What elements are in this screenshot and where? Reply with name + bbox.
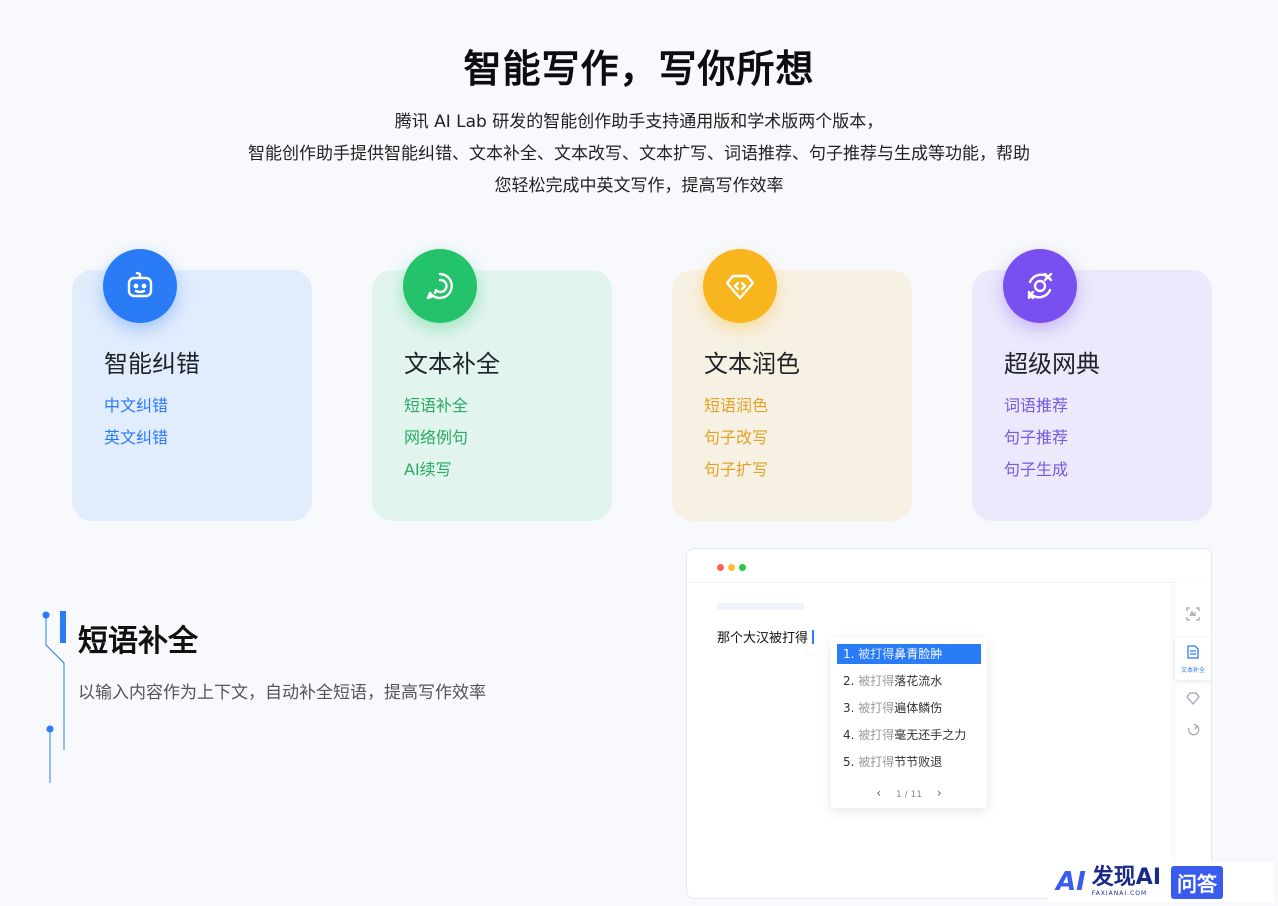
window-minimize-dot (728, 564, 735, 571)
editor-input[interactable]: 那个大汉被打得 (717, 627, 815, 646)
watermark-logo: AI (1056, 867, 1086, 897)
option-text: 毫无还手之力 (894, 728, 967, 742)
text-completion-tool[interactable]: 文本补全 (1175, 638, 1211, 680)
editor-input-text: 那个大汉被打得 (717, 631, 809, 646)
option-number: 2. (843, 674, 855, 688)
card-title: 文本补全 (404, 350, 500, 378)
card-link-list: 短语润色 句子改写 句子扩写 (704, 390, 768, 486)
card-link[interactable]: 中文纠错 (104, 390, 168, 422)
window-close-dot (717, 564, 724, 571)
suggestion-popup: 1. 被打得鼻青脸肿 2. 被打得落花流水 3. 被打得遍体鳞伤 4. 被打得毫… (831, 638, 987, 808)
placeholder-line (717, 603, 804, 610)
card-link-list: 词语推荐 句子推荐 句子生成 (1004, 390, 1068, 486)
card-link[interactable]: 短语补全 (404, 390, 468, 422)
hero-description: 腾讯 AI Lab 研发的智能创作助手支持通用版和学术版两个版本， 智能创作助手… (0, 106, 1278, 202)
option-prefix: 被打得 (858, 674, 895, 688)
card-link[interactable]: 网络例句 (404, 422, 468, 454)
swap-arrows-icon (1003, 249, 1077, 323)
card-link[interactable]: AI续写 (404, 454, 468, 486)
option-text: 节节败退 (894, 755, 943, 769)
suggestion-option[interactable]: 5. 被打得节节败退 (837, 752, 981, 772)
option-prefix: 被打得 (858, 647, 895, 661)
card-link[interactable]: 句子扩写 (704, 454, 768, 486)
watermark-domain: FAXIANAI.COM (1091, 890, 1148, 897)
option-prefix: 被打得 (858, 755, 895, 769)
hero-desc-line: 您轻松完成中英文写作，提高写作效率 (494, 176, 784, 196)
prev-page-icon[interactable]: ‹ (876, 786, 881, 800)
scan-text-icon[interactable] (1175, 606, 1211, 626)
window-divider (687, 582, 1211, 583)
watermark-qa-badge: 问答 (1171, 865, 1224, 899)
next-page-icon[interactable]: › (937, 786, 942, 800)
option-number: 3. (843, 701, 855, 715)
card-link[interactable]: 短语润色 (704, 390, 768, 422)
card-title: 文本润色 (704, 350, 800, 378)
hero-desc-line: 智能创作助手提供智能纠错、文本补全、文本改写、文本扩写、词语推荐、句子推荐与生成… (248, 144, 1030, 164)
suggestion-option[interactable]: 3. 被打得遍体鳞伤 (837, 698, 981, 718)
feature-card-dictionary: 超级网典 词语推荐 句子推荐 句子生成 (972, 249, 1212, 521)
feature-card-polish: 文本润色 短语润色 句子改写 句子扩写 (672, 249, 912, 521)
card-title: 超级网典 (1004, 350, 1100, 378)
window-controls (717, 564, 746, 571)
card-link-list: 短语补全 网络例句 AI续写 (404, 390, 468, 486)
option-number: 1. (843, 647, 855, 661)
page-indicator: 1 / 11 (896, 790, 922, 800)
feature-description: 以输入内容作为上下文，自动补全短语，提高写作效率 (78, 683, 486, 703)
suggestion-option[interactable]: 4. 被打得毫无还手之力 (837, 725, 981, 745)
robot-face-icon (103, 249, 177, 323)
timeline-decoration (42, 611, 66, 783)
card-title: 智能纠错 (104, 350, 200, 378)
page-title: 智能写作，写你所想 (463, 47, 815, 91)
option-number: 4. (843, 728, 855, 742)
option-text: 遍体鳞伤 (894, 701, 943, 715)
watermark-name: 发现AI (1091, 865, 1162, 890)
feature-title: 短语补全 (78, 624, 198, 659)
card-link[interactable]: 句子生成 (1004, 454, 1068, 486)
refresh-icon[interactable] (1175, 722, 1211, 742)
suggestion-option[interactable]: 1. 被打得鼻青脸肿 (837, 644, 981, 664)
document-icon (1187, 645, 1199, 659)
option-number: 5. (843, 755, 855, 769)
feature-card-completion: 文本补全 短语补全 网络例句 AI续写 (372, 249, 612, 521)
hero-desc-line: 腾讯 AI Lab 研发的智能创作助手支持通用版和学术版两个版本， (394, 112, 884, 132)
card-link[interactable]: 词语推荐 (1004, 390, 1068, 422)
suggestion-option[interactable]: 2. 被打得落花流水 (837, 671, 981, 691)
option-text: 鼻青脸肿 (894, 647, 943, 661)
card-link[interactable]: 句子推荐 (1004, 422, 1068, 454)
option-text: 落花流水 (894, 674, 943, 688)
tool-label: 文本补全 (1180, 667, 1205, 674)
diamond-icon[interactable] (1175, 690, 1211, 710)
window-maximize-dot (739, 564, 746, 571)
diamond-code-icon (703, 249, 777, 323)
card-link[interactable]: 句子改写 (704, 422, 768, 454)
option-prefix: 被打得 (858, 728, 895, 742)
chat-bubble-icon (403, 249, 477, 323)
tool-rail: 文本补全 (1175, 582, 1211, 898)
suggestion-pager: ‹ 1 / 11 › (831, 786, 987, 800)
editor-mockup: 那个大汉被打得 1. 被打得鼻青脸肿 2. 被打得落花流水 3. 被打得遍体鳞伤… (686, 548, 1212, 899)
watermark-brand: 发现AI FAXIANAI.COM (1092, 867, 1161, 897)
card-link-list: 中文纠错 英文纠错 (104, 390, 168, 454)
feature-card-correction: 智能纠错 中文纠错 英文纠错 (72, 249, 312, 521)
site-watermark: AI 发现AI FAXIANAI.COM 问答 (1048, 862, 1274, 902)
text-caret (812, 630, 815, 644)
card-link[interactable]: 英文纠错 (104, 422, 168, 454)
option-prefix: 被打得 (858, 701, 895, 715)
